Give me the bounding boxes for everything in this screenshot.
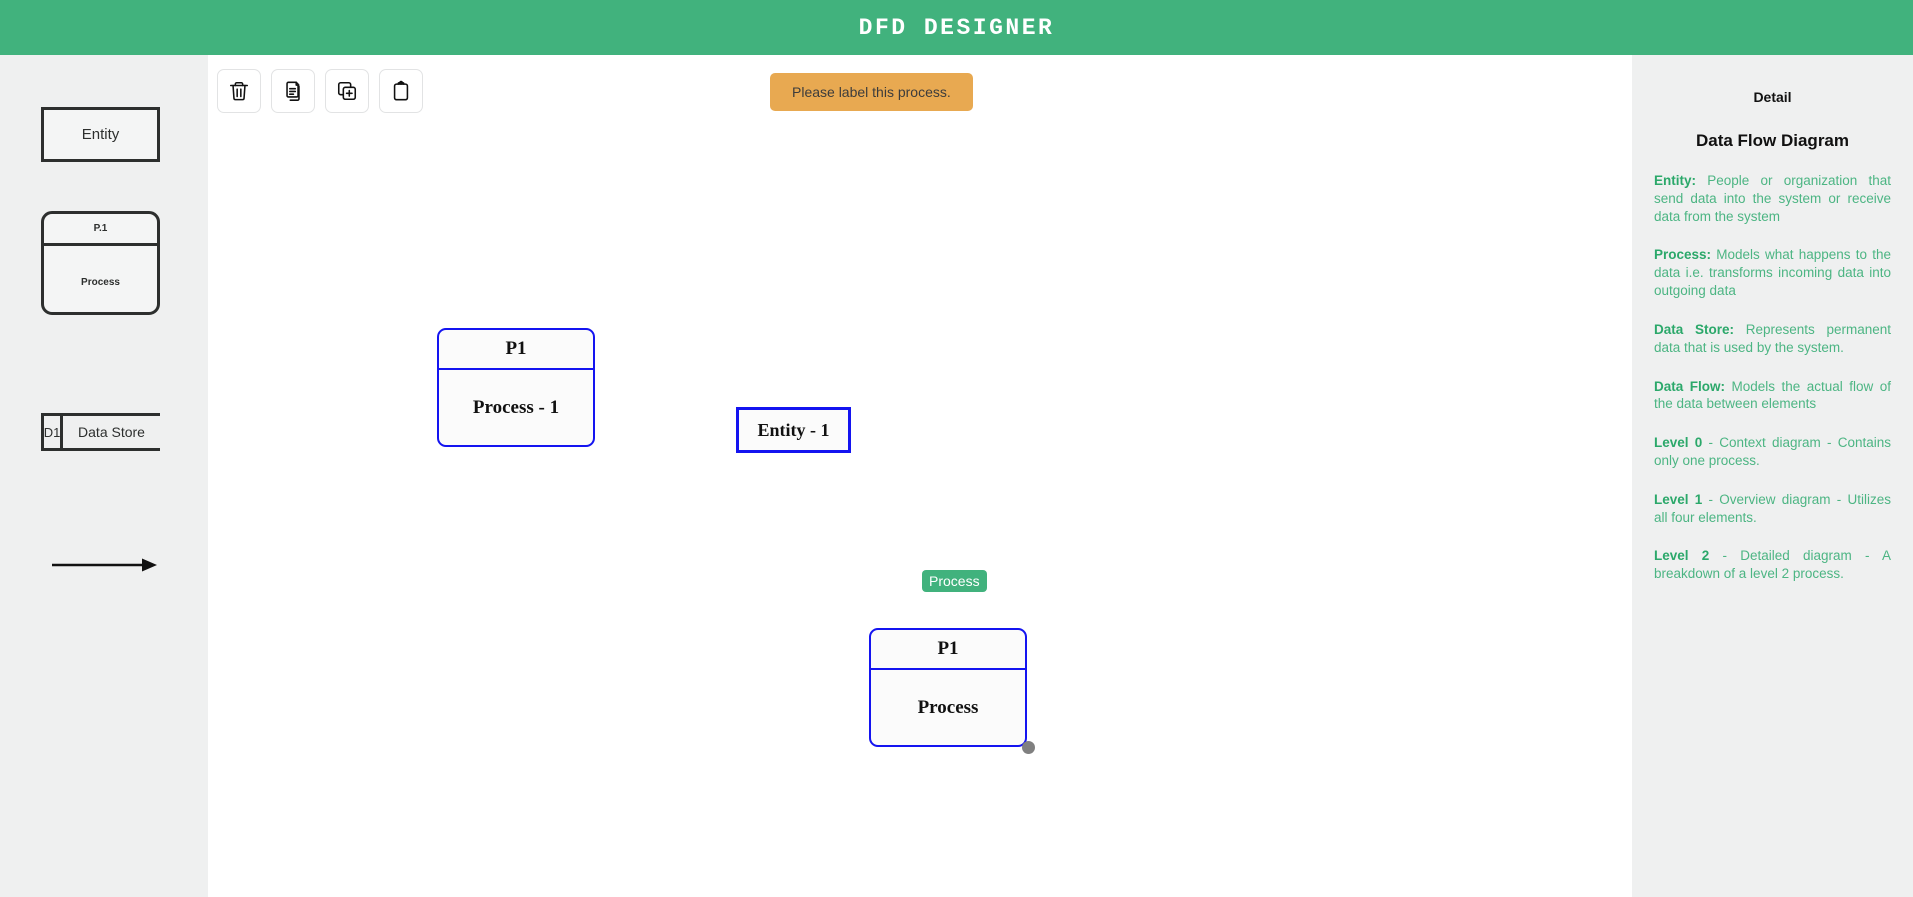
node-entity-1-label: Entity - 1 bbox=[757, 419, 830, 440]
node-process-2-id: P1 bbox=[871, 630, 1025, 670]
detail-item-data-store: Data Store: Represents permanent data th… bbox=[1654, 321, 1891, 357]
palette-item-data-store[interactable]: D1 Data Store bbox=[41, 413, 160, 455]
detail-item-level-0: Level 0 - Context diagram - Contains onl… bbox=[1654, 434, 1891, 470]
app-root: DFD DESIGNER Entity P.1 Process D1 Data … bbox=[0, 0, 1913, 897]
canvas-node-process-2[interactable]: P1 Process bbox=[869, 628, 1027, 747]
detail-term-process: Process: bbox=[1654, 247, 1712, 263]
canvas-toolbar bbox=[217, 69, 423, 113]
document-copy-icon bbox=[286, 81, 300, 101]
delete-button[interactable] bbox=[217, 69, 261, 113]
detail-panel-heading: Detail bbox=[1753, 89, 1792, 105]
shape-palette: Entity P.1 Process D1 Data Store bbox=[0, 55, 208, 897]
palette-item-process[interactable]: P.1 Process bbox=[41, 211, 160, 315]
node-process-1-id: P1 bbox=[439, 330, 593, 370]
status-toast: Please label this process. bbox=[770, 73, 973, 111]
canvas-node-process-1[interactable]: P1 Process - 1 bbox=[437, 328, 595, 447]
detail-item-entity: Entity: People or organization that send… bbox=[1654, 172, 1891, 225]
palette-item-data-flow[interactable] bbox=[52, 555, 158, 575]
detail-term-data-flow: Data Flow: bbox=[1654, 378, 1725, 394]
detail-item-process: Process: Models what happens to the data… bbox=[1654, 246, 1891, 299]
copy-button[interactable] bbox=[271, 69, 315, 113]
palette-process-label: Process bbox=[81, 276, 120, 288]
node-process-2-label: Process bbox=[917, 697, 979, 718]
node-process-1-label: Process - 1 bbox=[472, 397, 560, 418]
app-header: DFD DESIGNER bbox=[0, 0, 1913, 55]
detail-item-level-2: Level 2 - Detailed diagram - A breakdown… bbox=[1654, 547, 1891, 583]
detail-item-level-1: Level 1 - Overview diagram - Utilizes al… bbox=[1654, 491, 1891, 527]
detail-term-level-2: Level 2 bbox=[1654, 548, 1710, 564]
palette-store-label: Data Store bbox=[78, 424, 145, 440]
detail-term-level-1: Level 1 bbox=[1654, 491, 1703, 507]
paste-button[interactable] bbox=[379, 69, 423, 113]
palette-store-shape: D1 Data Store bbox=[41, 413, 160, 451]
node-type-badge: Process bbox=[922, 570, 987, 592]
data-flow-arrow-icon bbox=[52, 558, 157, 572]
diagram-canvas[interactable]: Please label this process. P1 Process - … bbox=[208, 55, 1632, 897]
palette-store-id: D1 bbox=[41, 416, 63, 448]
detail-term-level-0: Level 0 bbox=[1654, 435, 1703, 451]
add-square-icon bbox=[337, 81, 357, 101]
canvas-node-entity-1[interactable]: Entity - 1 bbox=[736, 407, 851, 453]
detail-term-entity: Entity: bbox=[1654, 173, 1696, 188]
detail-term-data-store: Data Store: bbox=[1654, 321, 1734, 337]
palette-process-id: P.1 bbox=[44, 214, 157, 246]
detail-panel-subheading: Data Flow Diagram bbox=[1695, 131, 1850, 150]
detail-panel: Detail Data Flow Diagram Entity: People … bbox=[1632, 55, 1913, 897]
app-title: DFD DESIGNER bbox=[858, 14, 1055, 41]
duplicate-button[interactable] bbox=[325, 69, 369, 113]
palette-item-entity[interactable]: Entity bbox=[41, 107, 160, 162]
clipboard-icon bbox=[393, 80, 409, 101]
detail-item-data-flow: Data Flow: Models the actual flow of the… bbox=[1654, 378, 1891, 414]
resize-handle[interactable] bbox=[1022, 741, 1035, 754]
trash-icon bbox=[229, 81, 249, 101]
palette-entity-label: Entity bbox=[81, 126, 120, 143]
